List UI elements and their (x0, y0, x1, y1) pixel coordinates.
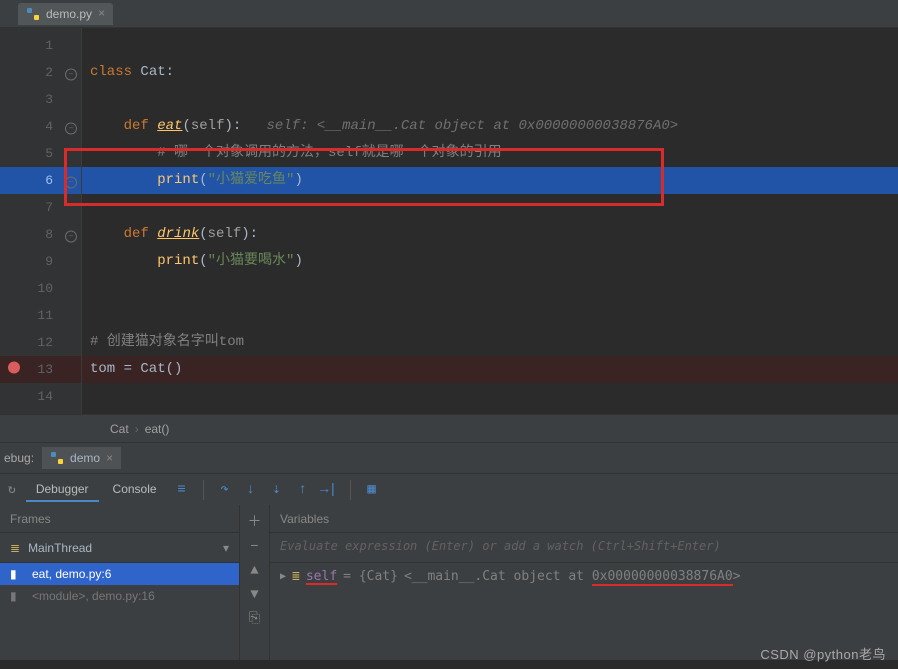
variable-name: self (306, 569, 337, 584)
line-number: 10 (0, 275, 81, 302)
evaluate-expression-icon[interactable]: ▦ (361, 479, 383, 501)
debug-config-tab[interactable]: demo × (42, 447, 121, 469)
evaluate-expression-input[interactable]: Evaluate expression (Enter) or add a wat… (270, 533, 898, 563)
frame-label: eat, demo.py:6 (32, 567, 111, 581)
chevron-down-icon[interactable]: ▾ (223, 541, 229, 555)
fold-icon[interactable]: − (65, 231, 77, 243)
close-tab-icon[interactable]: × (98, 7, 105, 21)
watermark: CSDN @python老鸟 (760, 644, 886, 663)
move-down-icon[interactable]: ▼ (250, 587, 258, 603)
restart-icon[interactable]: ↻ (8, 482, 16, 497)
stack-frame[interactable]: ▮ <module>, demo.py:16 (0, 585, 239, 607)
line-number: 7 (0, 194, 81, 221)
line-number: 11 (0, 302, 81, 329)
add-watch-icon[interactable]: ＋ (248, 511, 262, 531)
line-number: 5 (0, 140, 81, 167)
variables-header: Variables (270, 505, 898, 533)
breadcrumb: Cat › eat() (0, 414, 898, 442)
fold-icon[interactable]: − (65, 69, 77, 81)
run-to-cursor-icon[interactable]: →| (318, 479, 340, 501)
frames-header: Frames (0, 505, 239, 533)
frame-icon: ▮ (10, 567, 24, 581)
thread-name: MainThread (28, 541, 92, 555)
debugger-tab[interactable]: Debugger (26, 478, 99, 502)
line-number: 3 (0, 86, 81, 113)
python-file-icon (50, 451, 64, 465)
copy-icon-icon[interactable]: ⎘ (249, 611, 260, 627)
step-into-my-code-icon[interactable]: ⇣ (266, 479, 288, 501)
frame-label: <module>, demo.py:16 (32, 589, 155, 603)
thread-icon: ≣ (10, 541, 20, 555)
line-number: 14 (0, 383, 81, 410)
line-number: 12 (0, 329, 81, 356)
frames-toolbar: ＋ − ▲ ▼ ⎘ (240, 505, 270, 660)
code-editor[interactable]: 1 2− 3 4− 5 6− 7 8− 9 10 11 12 13 14 cla… (0, 28, 898, 414)
code-area[interactable]: class Cat: def eat(self): self: <__main_… (82, 28, 898, 414)
line-number: 9 (0, 248, 81, 275)
chevron-right-icon: › (135, 422, 139, 436)
inline-debug-hint: self: <__main__.Cat object at 0x00000000… (266, 118, 678, 134)
frames-panel: Frames ≣ MainThread ▾ ▮ eat, demo.py:6 ▮… (0, 505, 240, 660)
variable-value: <__main__.Cat object at 0x00000000038876… (404, 569, 741, 584)
line-number: 13 (0, 356, 81, 383)
line-number: 8− (0, 221, 81, 248)
breakpoint-icon[interactable] (8, 361, 20, 373)
line-number: 6− (0, 167, 81, 194)
debugger-toolbar: ↻ Debugger Console ≡ ↷ ↓ ⇣ ↑ →| ▦ (0, 473, 898, 505)
debug-config-name: demo (70, 451, 100, 465)
line-number: 2− (0, 59, 81, 86)
console-tab[interactable]: Console (103, 478, 167, 502)
remove-watch-icon[interactable]: − (250, 539, 258, 555)
thread-selector[interactable]: ≣ MainThread ▾ (0, 533, 239, 563)
variable-icon: ≣ (292, 569, 300, 584)
editor-tab-bar: demo.py × (0, 0, 898, 28)
debug-window-label: ebug: (4, 451, 34, 465)
frame-icon: ▮ (10, 589, 24, 603)
chevron-right-icon[interactable]: ▶ (280, 571, 286, 582)
stack-frame[interactable]: ▮ eat, demo.py:6 (0, 563, 239, 585)
step-out-icon[interactable]: ↑ (292, 479, 314, 501)
gutter: 1 2− 3 4− 5 6− 7 8− 9 10 11 12 13 14 (0, 28, 82, 414)
debug-panel: ebug: demo × ↻ Debugger Console ≡ ↷ ↓ ⇣ … (0, 442, 898, 660)
variable-type: = {Cat} (343, 569, 398, 584)
step-over-icon[interactable]: ↷ (214, 479, 236, 501)
step-into-icon[interactable]: ↓ (240, 479, 262, 501)
line-number: 4− (0, 113, 81, 140)
line-number: 1 (0, 32, 81, 59)
fold-icon[interactable]: − (65, 123, 77, 135)
variables-panel: Variables Evaluate expression (Enter) or… (270, 505, 898, 660)
move-up-icon[interactable]: ▲ (250, 563, 258, 579)
fold-icon[interactable]: − (65, 177, 77, 189)
show-execution-point-icon[interactable]: ≡ (171, 479, 193, 501)
separator (203, 480, 204, 500)
file-tab[interactable]: demo.py × (18, 3, 113, 25)
breadcrumb-method[interactable]: eat() (145, 422, 170, 436)
file-tab-label: demo.py (46, 7, 92, 21)
python-file-icon (26, 7, 40, 21)
close-icon[interactable]: × (106, 451, 113, 465)
separator (350, 480, 351, 500)
breadcrumb-class[interactable]: Cat (110, 422, 129, 436)
debug-window-header: ebug: demo × (0, 443, 898, 473)
debug-panels: Frames ≣ MainThread ▾ ▮ eat, demo.py:6 ▮… (0, 505, 898, 660)
variable-row[interactable]: ▶ ≣ self = {Cat} <__main__.Cat object at… (270, 563, 898, 590)
